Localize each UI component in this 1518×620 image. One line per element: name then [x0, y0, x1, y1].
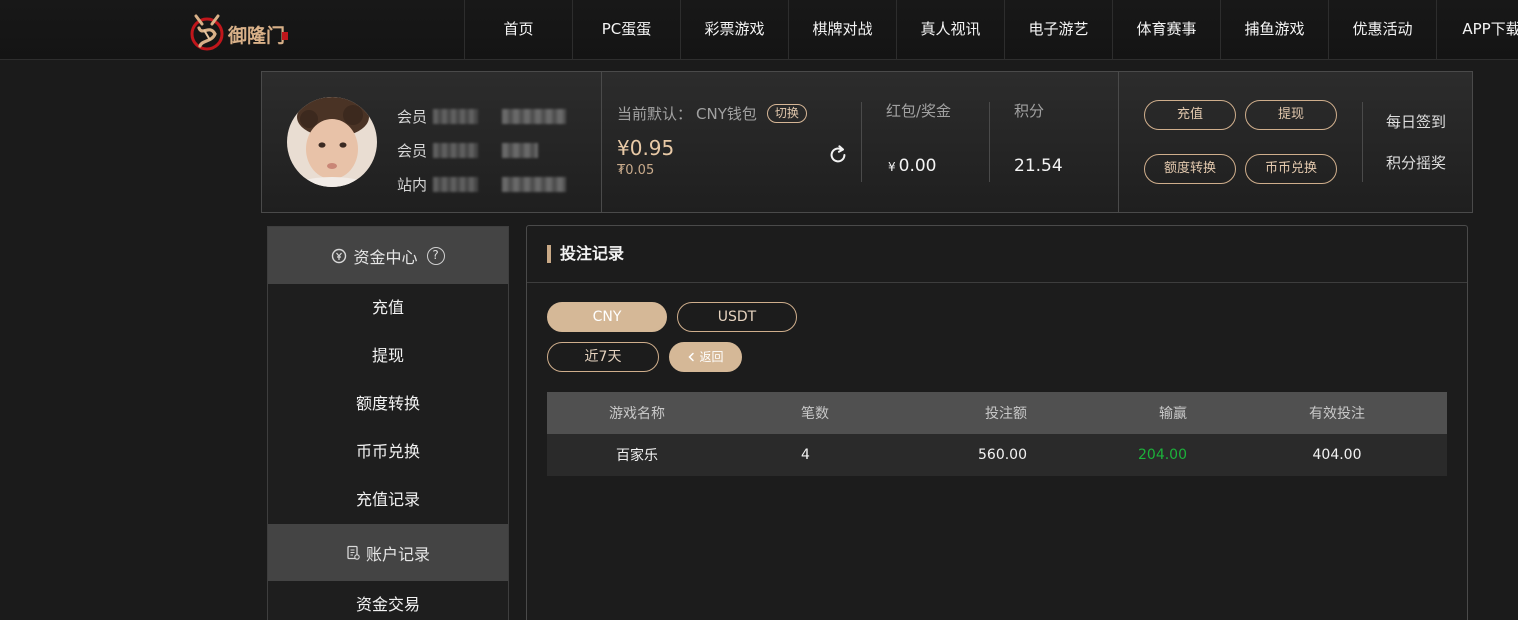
- account-summary-card: 会员 会员 站内 当前默认： CNY钱包 切换 ¥0.95 ₮0.05 红包/奖…: [261, 71, 1473, 213]
- member-label: 会员: [397, 141, 428, 160]
- document-icon: [346, 545, 360, 560]
- member-label: 会员: [397, 107, 428, 126]
- table-header-row: 游戏名称 笔数 投注额 输赢 有效投注: [547, 392, 1447, 434]
- station-row: 站内: [397, 167, 567, 201]
- divider: [601, 72, 602, 212]
- column-header-valid-bet: 有效投注: [1227, 392, 1447, 434]
- tab-usdt[interactable]: USDT: [677, 302, 797, 332]
- nav-item-sports[interactable]: 体育赛事: [1112, 0, 1220, 60]
- daily-checkin-link[interactable]: 每日签到: [1386, 111, 1446, 132]
- nav-item-home[interactable]: 首页: [464, 0, 572, 60]
- cell-count: 4: [727, 434, 887, 476]
- column-header-bet-amount: 投注额: [887, 392, 1057, 434]
- member-row: 会员: [397, 133, 566, 167]
- withdraw-button[interactable]: 提现: [1245, 100, 1337, 130]
- account-sidebar: 资金中心 ? 充值 提现 额度转换 币币兑换 充值记录 账户记录 资金交易: [267, 226, 509, 620]
- member-row: 会员: [397, 99, 567, 133]
- wallet-balance: ¥0.95: [617, 136, 675, 160]
- sidebar-header-label: 账户记录: [365, 544, 430, 564]
- blurred-value: [433, 108, 479, 124]
- sidebar-header-funds[interactable]: 资金中心 ?: [268, 227, 508, 284]
- nav-item-live-casino[interactable]: 真人视讯: [896, 0, 1004, 60]
- member-info: 会员 会员 站内: [397, 99, 567, 201]
- blurred-value: [502, 176, 567, 192]
- back-label: 返回: [699, 350, 724, 364]
- divider: [861, 102, 862, 182]
- sidebar-item-withdraw[interactable]: 提现: [268, 332, 508, 380]
- panel-header: 投注记录: [527, 226, 1467, 283]
- logo-text: 御隆门: [228, 25, 286, 47]
- bonus-label: 红包/奖金: [886, 102, 952, 120]
- cell-game: 百家乐: [547, 434, 727, 476]
- cell-valid-bet: 404.00: [1227, 434, 1447, 476]
- nav-item-slots[interactable]: 电子游艺: [1004, 0, 1112, 60]
- tab-cny[interactable]: CNY: [547, 302, 667, 332]
- bet-records-table: 游戏名称 笔数 投注额 输赢 有效投注 百家乐 4 560.00 204.00 …: [547, 392, 1447, 476]
- top-navigation-bar: 御隆门 首页 PC蛋蛋 彩票游戏 棋牌对战 真人视讯 电子游艺 体育赛事 捕鱼游…: [0, 0, 1518, 60]
- site-logo[interactable]: 御隆门: [188, 10, 298, 52]
- wallet-name: CNY钱包: [696, 105, 757, 123]
- column-header-count: 笔数: [727, 392, 887, 434]
- nav-item-app-download[interactable]: APP下载: [1436, 0, 1518, 60]
- sidebar-item-deposit[interactable]: 充值: [268, 284, 508, 332]
- back-button[interactable]: 返回: [669, 342, 742, 372]
- page-title: 投注记录: [547, 245, 624, 263]
- nav-item-lottery[interactable]: 彩票游戏: [680, 0, 788, 60]
- exchange-button[interactable]: 币币兑换: [1245, 154, 1337, 184]
- transfer-button[interactable]: 额度转换: [1144, 154, 1236, 184]
- blurred-value: [433, 176, 479, 192]
- main-nav: 首页 PC蛋蛋 彩票游戏 棋牌对战 真人视讯 电子游艺 体育赛事 捕鱼游戏 优惠…: [464, 0, 1518, 60]
- avatar[interactable]: [287, 97, 377, 187]
- blurred-value: [502, 108, 567, 124]
- coin-icon: [331, 248, 347, 264]
- sidebar-header-records[interactable]: 账户记录: [268, 524, 508, 581]
- divider: [989, 102, 990, 182]
- divider: [1362, 102, 1363, 182]
- column-header-game: 游戏名称: [547, 392, 727, 434]
- station-label: 站内: [397, 175, 428, 194]
- points-label: 积分: [1014, 102, 1045, 120]
- cell-bet-amount: 560.00: [887, 434, 1057, 476]
- blurred-value: [433, 142, 479, 158]
- date-range-button[interactable]: 近7天: [547, 342, 659, 372]
- points-lottery-link[interactable]: 积分摇奖: [1386, 152, 1446, 173]
- refresh-icon[interactable]: [827, 144, 849, 166]
- divider: [1118, 72, 1119, 212]
- sidebar-header-label: 资金中心: [353, 247, 418, 267]
- sidebar-item-fund-transactions[interactable]: 资金交易: [268, 581, 508, 620]
- nav-item-fishing[interactable]: 捕鱼游戏: [1220, 0, 1328, 60]
- sidebar-item-exchange[interactable]: 币币兑换: [268, 428, 508, 476]
- points-value: 21.54: [1014, 156, 1063, 176]
- switch-wallet-button[interactable]: 切换: [766, 104, 807, 123]
- help-icon[interactable]: ?: [426, 246, 445, 265]
- bet-records-panel: 投注记录 CNY USDT 近7天 返回 游戏名称 笔数 投注额 输赢 有效投注…: [526, 225, 1468, 620]
- wallet-sub-balance: ₮0.05: [617, 163, 655, 178]
- column-header-win-loss: 输赢: [1057, 392, 1227, 434]
- nav-item-pc-eggs[interactable]: PC蛋蛋: [572, 0, 680, 60]
- sidebar-item-transfer[interactable]: 额度转换: [268, 380, 508, 428]
- sidebar-item-deposit-records[interactable]: 充值记录: [268, 476, 508, 524]
- blurred-value: [502, 142, 539, 158]
- cell-win-loss: 204.00: [1057, 434, 1227, 476]
- bonus-value: ¥ 0.00: [888, 156, 937, 176]
- logo-seal: [282, 32, 288, 40]
- chevron-left-icon: [688, 352, 695, 362]
- nav-item-card-games[interactable]: 棋牌对战: [788, 0, 896, 60]
- default-wallet-label: 当前默认： CNY钱包 切换: [617, 103, 807, 124]
- nav-item-promotions[interactable]: 优惠活动: [1328, 0, 1436, 60]
- deposit-button[interactable]: 充值: [1144, 100, 1236, 130]
- dragon-logo-icon: [190, 14, 224, 51]
- table-row[interactable]: 百家乐 4 560.00 204.00 404.00: [547, 434, 1447, 476]
